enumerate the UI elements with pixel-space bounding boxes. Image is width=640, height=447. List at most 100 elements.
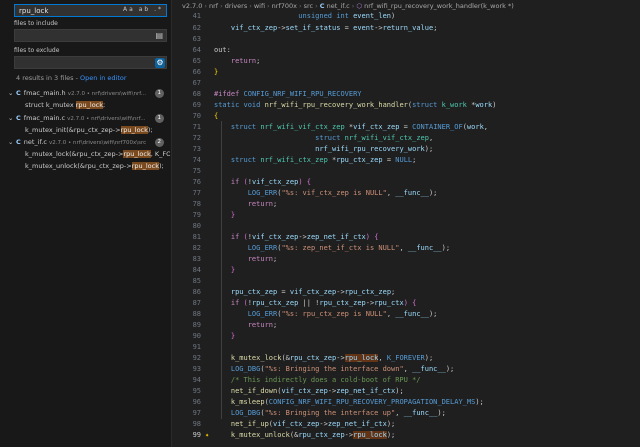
code-line: 84 } bbox=[172, 265, 640, 276]
match-suffix: ); bbox=[147, 126, 153, 134]
line-number: 94 bbox=[192, 376, 201, 384]
code-line: 83 return; bbox=[172, 254, 640, 265]
code-line: 99 ✦ k_mutex_unlock(&rpu_ctx_zep->rpu_loc… bbox=[172, 430, 640, 441]
match-row[interactable]: struct k_mutex rpu_lock; bbox=[25, 101, 170, 113]
line-number: 80 bbox=[192, 222, 201, 230]
search-options-icons[interactable]: Aa ab .* bbox=[123, 6, 163, 13]
file-path: v2.7.0 • nrf\drivers\wifi\nrf... bbox=[67, 116, 146, 122]
book-icon[interactable]: ▤ bbox=[155, 31, 163, 40]
line-number: 67 bbox=[192, 79, 201, 87]
line-number: 65 bbox=[192, 57, 201, 65]
code-text: LOG_DBG("%s: Bringing the interface up",… bbox=[230, 409, 446, 417]
code-line: 90 } bbox=[172, 331, 640, 342]
breadcrumb-item[interactable]: drivers bbox=[225, 2, 248, 10]
chevron-down-icon[interactable]: ⌄ bbox=[8, 138, 16, 146]
code-text: net_if_down(vif_ctx_zep->zep_net_if_ctx)… bbox=[230, 387, 404, 395]
match-prefix: struct k_mutex bbox=[25, 101, 76, 109]
code-line: 91 bbox=[172, 342, 640, 353]
code-line: 88 LOG_ERR("%s: rpu_ctx_zep is NULL", __… bbox=[172, 309, 640, 320]
line-number: 71 bbox=[192, 123, 201, 131]
line-number: 92 bbox=[192, 354, 201, 362]
code-line: 77 LOG_ERR("%s: vif_ctx_zep is NULL", __… bbox=[172, 188, 640, 199]
code-line: 67 bbox=[172, 78, 640, 89]
match-prefix: k_mutex_unlock(&rpu_ctx_zep-> bbox=[25, 162, 132, 170]
breadcrumb-item[interactable]: net_if.c bbox=[327, 2, 350, 10]
code-line: 62 vif_ctx_zep->set_if_status = event->r… bbox=[172, 23, 640, 34]
code-line: 97 LOG_DBG("%s: Bringing the interface u… bbox=[172, 408, 640, 419]
line-number: 86 bbox=[192, 288, 201, 296]
search-sidebar: rpu_lock Aa ab .* files to include ▤ fil… bbox=[0, 0, 172, 447]
result-file-row[interactable]: ⌄ Cfmac_main.c v2.7.0 • nrf\drivers\wifi\… bbox=[8, 114, 168, 126]
line-number: 72 bbox=[192, 134, 201, 142]
line-number: 41 bbox=[192, 12, 201, 20]
function-icon: ⬡ bbox=[356, 2, 363, 10]
breadcrumb-item[interactable]: nrf700x bbox=[272, 2, 297, 10]
line-number: 90 bbox=[192, 332, 201, 340]
code-text: /* This indirectly does a cold-boot of R… bbox=[230, 376, 421, 384]
file-name: fmac_main.c bbox=[23, 114, 66, 122]
code-line: 94 /* This indirectly does a cold-boot o… bbox=[172, 375, 640, 386]
result-file-row[interactable]: ⌄ Cfmac_main.h v2.7.0 • nrf\drivers\wifi\… bbox=[8, 89, 168, 101]
line-number: 97 bbox=[192, 409, 201, 417]
line-number: 87 bbox=[192, 299, 201, 307]
line-number: 83 bbox=[192, 255, 201, 263]
code-line: 92 k_mutex_lock(&rpu_ctx_zep->rpu_lock, … bbox=[172, 353, 640, 364]
code-line: 82 LOG_ERR("%s: zep_net_if_ctx is NULL",… bbox=[172, 243, 640, 254]
line-number: 75 bbox=[192, 167, 201, 175]
line-number: 82 bbox=[192, 244, 201, 252]
line-number: 93 bbox=[192, 365, 201, 373]
gear-icon[interactable]: ⚙ bbox=[155, 58, 165, 68]
code-line: 68 #ifdef CONFIG_NRF_WIFI_RPU_RECOVERY bbox=[172, 89, 640, 100]
files-to-include-input[interactable]: ▤ bbox=[14, 29, 167, 42]
c-file-icon: C bbox=[319, 2, 325, 10]
line-number: 96 bbox=[192, 398, 201, 406]
code-text: LOG_ERR("%s: zep_net_if_ctx is NULL", __… bbox=[247, 244, 451, 252]
breadcrumb-item[interactable]: v2.7.0 bbox=[182, 2, 202, 10]
breadcrumb: v2.7.0 › nrf › drivers › wifi › nrf700x › src › C ne… bbox=[182, 2, 514, 10]
search-input[interactable]: rpu_lock Aa ab .* bbox=[14, 4, 167, 17]
search-query[interactable]: rpu_lock bbox=[19, 7, 48, 15]
match-prefix: k_mutex_lock(&rpu_ctx_zep-> bbox=[25, 150, 124, 158]
breadcrumb-item[interactable]: nrf bbox=[209, 2, 218, 10]
match-row[interactable]: k_mutex_init(&rpu_ctx_zep->rpu_lock); bbox=[25, 126, 170, 138]
file-name: net_if.c bbox=[23, 138, 47, 146]
code-line: 73 nrf_wifi_rpu_recovery_work); bbox=[172, 144, 640, 155]
line-number: 99 bbox=[192, 431, 201, 439]
line-number: 64 bbox=[192, 46, 201, 54]
line-number: 85 bbox=[192, 277, 201, 285]
chevron-down-icon[interactable]: ⌄ bbox=[8, 89, 16, 97]
result-file-row[interactable]: ⌄ Cnet_if.c v2.7.0 • nrf\drivers\wifi\nrf… bbox=[8, 138, 168, 150]
code-text: } bbox=[230, 332, 236, 340]
match-row[interactable]: k_mutex_lock(&rpu_ctx_zep->rpu_lock, K_F… bbox=[25, 150, 170, 162]
breadcrumb-item[interactable]: src bbox=[304, 2, 314, 10]
code-editor[interactable]: v2.7.0 › nrf › drivers › wifi › nrf700x › src › C ne… bbox=[172, 0, 640, 447]
files-to-exclude-input[interactable]: ⚙ bbox=[14, 56, 167, 69]
chevron-down-icon[interactable]: ⌄ bbox=[8, 114, 16, 122]
code-line: 87 if (!rpu_ctx_zep || !rpu_ctx_zep->rpu… bbox=[172, 298, 640, 309]
code-line: 63 bbox=[172, 34, 640, 45]
code-line: 64 out: bbox=[172, 45, 640, 56]
c-file-icon: C bbox=[16, 114, 21, 122]
line-number: 76 bbox=[192, 178, 201, 186]
line-number: 69 bbox=[192, 101, 201, 109]
code-text: return; bbox=[230, 57, 261, 65]
line-number: 89 bbox=[192, 321, 201, 329]
lightbulb-icon[interactable]: ✦ bbox=[205, 430, 209, 441]
line-number: 81 bbox=[192, 233, 201, 241]
code-text: } bbox=[230, 266, 236, 274]
files-to-include-label: files to include bbox=[14, 20, 58, 27]
match-row[interactable]: k_mutex_unlock(&rpu_ctx_zep->rpu_lock); bbox=[25, 162, 170, 174]
breadcrumb-item[interactable]: wifi bbox=[254, 2, 265, 10]
code-text: out: bbox=[214, 46, 231, 54]
code-text: #ifdef CONFIG_NRF_WIFI_RPU_RECOVERY bbox=[214, 90, 362, 98]
line-number: 98 bbox=[192, 420, 201, 428]
code-text: nrf_wifi_rpu_recovery_work); bbox=[315, 145, 434, 153]
code-line: 93 LOG_DBG("%s: Bringing the interface d… bbox=[172, 364, 640, 375]
file-name: fmac_main.h bbox=[23, 89, 66, 97]
code-line: 95 net_if_down(vif_ctx_zep->zep_net_if_c… bbox=[172, 386, 640, 397]
line-number: 95 bbox=[192, 387, 201, 395]
file-path: v2.7.0 • nrf\drivers\wifi\nrf... bbox=[67, 91, 147, 97]
breadcrumb-item[interactable]: nrf_wifi_rpu_recovery_work_handler(k_wor… bbox=[364, 2, 514, 10]
open-in-editor-link[interactable]: Open in editor bbox=[80, 74, 127, 82]
match-prefix: k_mutex_init(&rpu_ctx_zep-> bbox=[25, 126, 121, 134]
